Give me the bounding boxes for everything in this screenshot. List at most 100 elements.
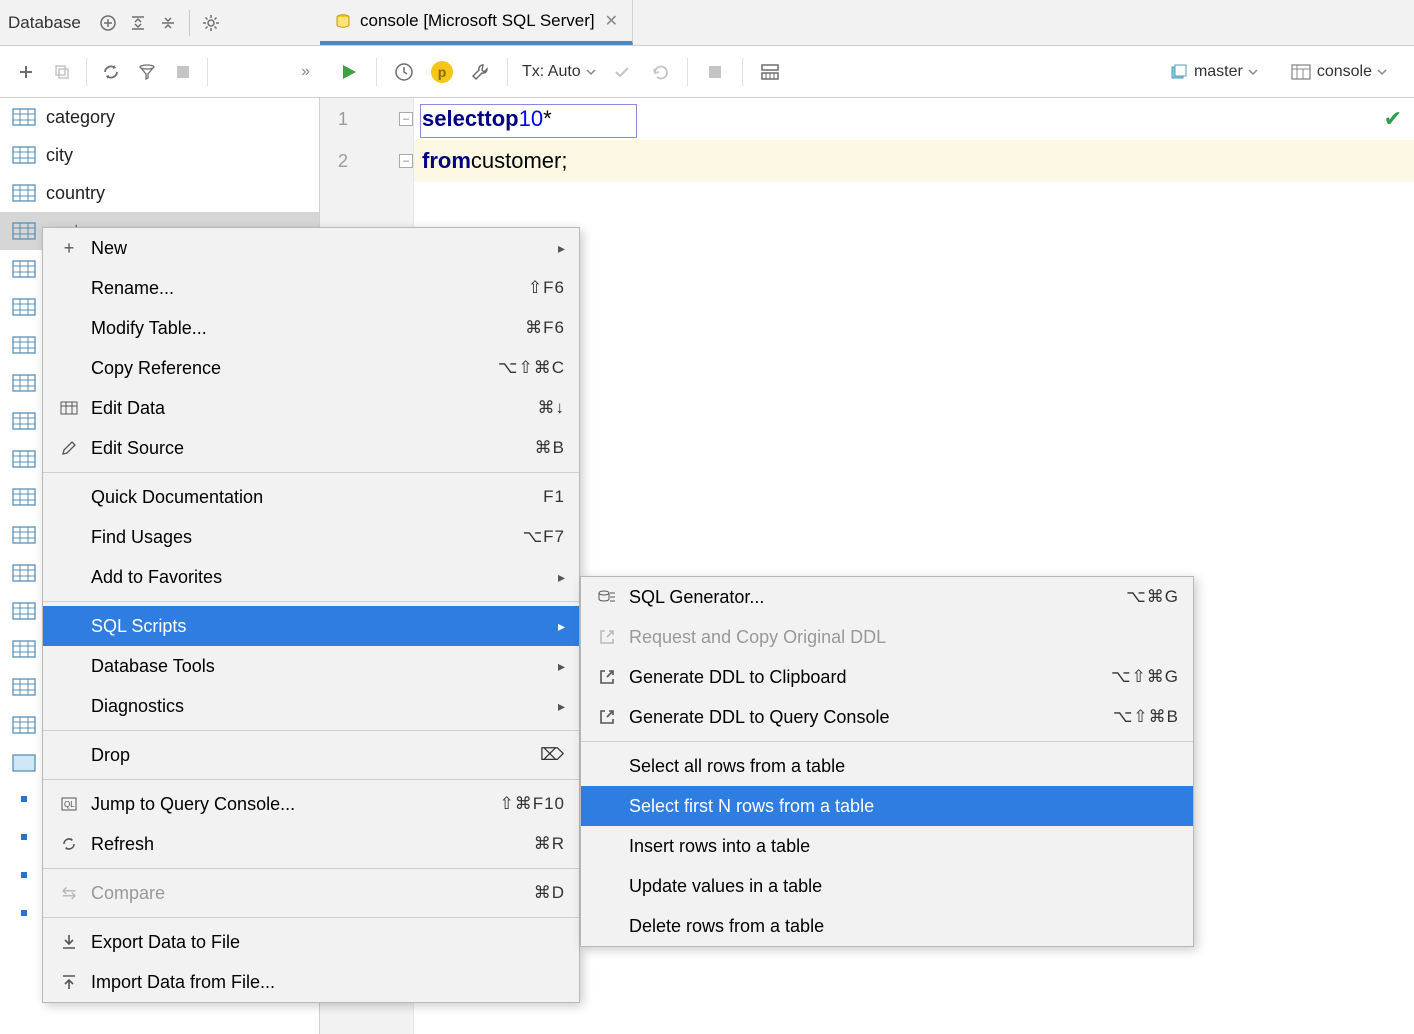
database-panel-title: Database (8, 13, 81, 33)
menu-item-gen-ddl-console[interactable]: Generate DDL to Query Console⌥⇧⌘B (581, 697, 1193, 737)
menu-item-edit-source[interactable]: Edit Source⌘B (43, 428, 579, 468)
menu-item-database-tools[interactable]: Database Tools▸ (43, 646, 579, 686)
pencil-icon (57, 440, 81, 456)
submenu-arrow-icon: ▸ (558, 240, 565, 257)
menu-item-drop[interactable]: Drop⌦ (43, 735, 579, 775)
external-link-icon (595, 669, 619, 685)
menu-item-import-data[interactable]: Import Data from File... (43, 962, 579, 1002)
duplicate-icon[interactable] (47, 57, 77, 87)
external-link-icon (595, 629, 619, 645)
menu-item-gen-ddl-clipboard[interactable]: Generate DDL to Clipboard⌥⇧⌘G (581, 657, 1193, 697)
menu-separator (43, 917, 579, 918)
menu-item-update-values[interactable]: Update values in a table (581, 866, 1193, 906)
menu-item-quick-doc[interactable]: Quick DocumentationF1 (43, 477, 579, 517)
menu-item-diagnostics[interactable]: Diagnostics▸ (43, 686, 579, 726)
menu-item-request-copy-ddl: Request and Copy Original DDL (581, 617, 1193, 657)
stop-icon[interactable] (700, 57, 730, 87)
menu-item-copy-reference[interactable]: Copy Reference⌥⇧⌘C (43, 348, 579, 388)
menu-item-add-favorites[interactable]: Add to Favorites▸ (43, 557, 579, 597)
stop-icon[interactable] (168, 57, 198, 87)
separator (376, 58, 377, 86)
wrench-icon[interactable] (465, 57, 495, 87)
table-icon (57, 401, 81, 415)
more-icon[interactable]: » (301, 63, 312, 81)
context-menu: +New▸ Rename...⇧F6 Modify Table...⌘F6 Co… (42, 227, 580, 1003)
diff-icon: ⇆ (57, 883, 81, 904)
fold-icon[interactable]: – (399, 112, 413, 126)
line-number: 1– (320, 98, 413, 140)
export-icon (57, 934, 81, 950)
tree-item-label: city (46, 145, 73, 166)
fold-icon[interactable]: – (399, 154, 413, 168)
submenu-arrow-icon: ▸ (558, 569, 565, 586)
editor-tab-label: console [Microsoft SQL Server] (360, 11, 595, 31)
collapse-all-icon[interactable] (125, 10, 151, 36)
menu-item-find-usages[interactable]: Find Usages⌥F7 (43, 517, 579, 557)
menu-separator (581, 741, 1193, 742)
tree-item-country[interactable]: country (0, 174, 319, 212)
menu-item-edit-data[interactable]: Edit Data⌘↓ (43, 388, 579, 428)
console-icon: QL (57, 797, 81, 811)
menu-item-rename[interactable]: Rename...⇧F6 (43, 268, 579, 308)
import-icon (57, 974, 81, 990)
line-number: 2– (320, 140, 413, 182)
tree-item-city[interactable]: city (0, 136, 319, 174)
menu-item-sql-generator[interactable]: SQL Generator...⌥⌘G (581, 577, 1193, 617)
context-submenu-sql-scripts: SQL Generator...⌥⌘G Request and Copy Ori… (580, 576, 1194, 947)
plus-icon: + (57, 238, 81, 259)
submenu-arrow-icon: ▸ (558, 698, 565, 715)
rollback-icon[interactable] (645, 57, 675, 87)
menu-item-jump-console[interactable]: QLJump to Query Console...⇧⌘F10 (43, 784, 579, 824)
editor-tab-bar: console [Microsoft SQL Server] ✕ (320, 0, 1414, 46)
playground-badge[interactable]: p (427, 57, 457, 87)
expand-icon[interactable] (155, 10, 181, 36)
menu-item-insert-rows[interactable]: Insert rows into a table (581, 826, 1193, 866)
separator (189, 10, 190, 36)
history-icon[interactable] (389, 57, 419, 87)
separator (207, 58, 208, 86)
menu-item-compare: ⇆Compare⌘D (43, 873, 579, 913)
svg-text:QL: QL (64, 800, 75, 809)
tree-item-label: country (46, 183, 105, 204)
database-panel-header: Database (0, 0, 320, 46)
menu-item-modify-table[interactable]: Modify Table...⌘F6 (43, 308, 579, 348)
sql-file-icon (334, 12, 352, 30)
separator (687, 58, 688, 86)
submenu-arrow-icon: ▸ (558, 618, 565, 635)
menu-separator (43, 730, 579, 731)
tree-item-category[interactable]: category (0, 98, 319, 136)
refresh-icon (57, 836, 81, 852)
separator (507, 58, 508, 86)
new-icon[interactable] (11, 57, 41, 87)
add-datasource-icon[interactable] (95, 10, 121, 36)
menu-item-select-first-n-rows[interactable]: Select first N rows from a table (581, 786, 1193, 826)
separator (742, 58, 743, 86)
filter-icon[interactable] (132, 57, 162, 87)
menu-item-refresh[interactable]: Refresh⌘R (43, 824, 579, 864)
close-icon[interactable]: ✕ (605, 11, 618, 31)
inspection-ok-icon[interactable]: ✔ (1384, 106, 1402, 132)
sql-generator-icon (595, 589, 619, 605)
menu-item-export-data[interactable]: Export Data to File (43, 922, 579, 962)
menu-item-sql-scripts[interactable]: SQL Scripts▸ (43, 606, 579, 646)
output-layout-icon[interactable] (755, 57, 785, 87)
tree-item-label: category (46, 107, 115, 128)
console-dropdown[interactable]: console (1291, 63, 1388, 81)
tx-mode-dropdown[interactable]: Tx: Auto (522, 63, 597, 81)
commit-icon[interactable] (607, 57, 637, 87)
menu-separator (43, 601, 579, 602)
menu-separator (43, 472, 579, 473)
editor-tab-console[interactable]: console [Microsoft SQL Server] ✕ (320, 0, 633, 45)
menu-item-new[interactable]: +New▸ (43, 228, 579, 268)
gear-icon[interactable] (198, 10, 224, 36)
database-toolbar: » (0, 46, 320, 98)
separator (86, 58, 87, 86)
menu-separator (43, 779, 579, 780)
menu-item-select-all-rows[interactable]: Select all rows from a table (581, 746, 1193, 786)
menu-item-delete-rows[interactable]: Delete rows from a table (581, 906, 1193, 946)
editor-toolbar: p Tx: Auto master console (320, 46, 1414, 98)
submenu-arrow-icon: ▸ (558, 658, 565, 675)
schema-dropdown[interactable]: master (1170, 63, 1259, 81)
refresh-icon[interactable] (96, 57, 126, 87)
run-icon[interactable] (334, 57, 364, 87)
